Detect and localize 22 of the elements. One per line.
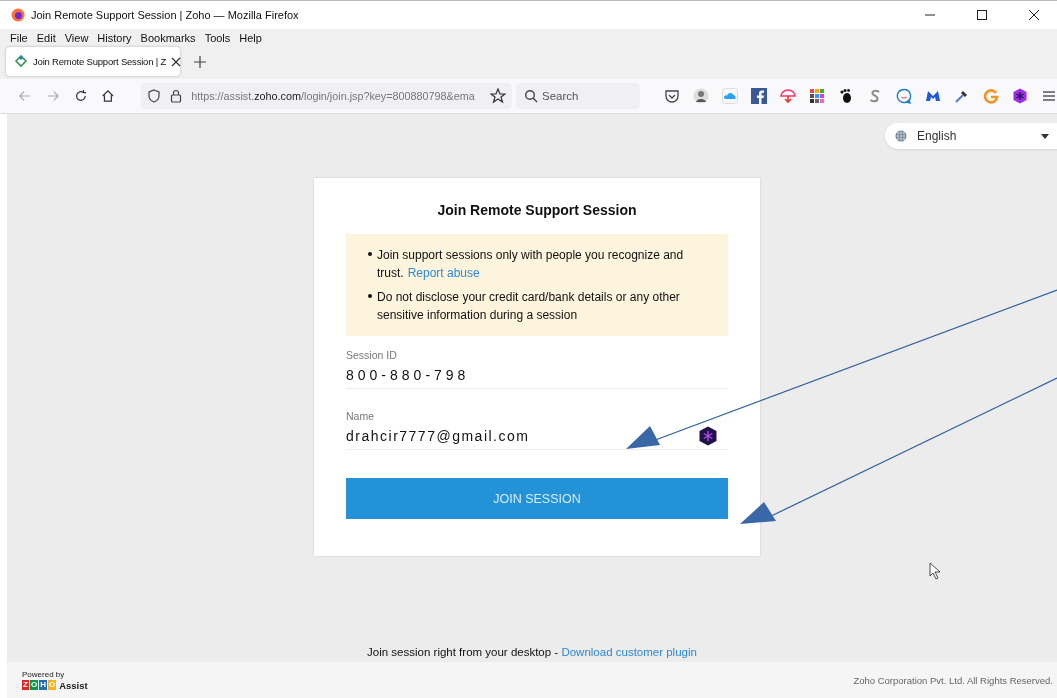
powered-by-text: Powered by [22, 669, 66, 679]
field-label: Session ID [346, 349, 398, 361]
menu-item[interactable]: Edit [36, 32, 56, 44]
search-field[interactable]: Search [516, 83, 640, 109]
language-dropdown[interactable]: English [885, 123, 1057, 149]
copyright-text: Zoho Corporation Pvt. Ltd. All Rights Reserved. [853, 674, 1053, 686]
address-bar[interactable]: https://assist.zoho.com/login/join.jsp?key=800880798&ema [141, 83, 512, 109]
menu-item[interactable]: History [97, 32, 132, 44]
notice-text: Join support sessions only with people you recognize and trust. Report abuse [377, 247, 685, 282]
menu-item[interactable]: File [10, 32, 28, 44]
menu-item[interactable]: Bookmarks [140, 32, 196, 44]
card-title: Join Remote Support Session [436, 202, 638, 218]
notice-text: Do not disclose your credit card/bank details or any other sensitive information during a session [377, 289, 681, 324]
text-field[interactable]: 800-880-798 [346, 361, 728, 389]
menu-item[interactable]: Help [239, 32, 262, 44]
browser-tab[interactable]: Join Remote Support Session | Z [6, 47, 180, 76]
menu-item[interactable]: Tools [204, 32, 231, 44]
menu-item[interactable]: View [64, 32, 89, 44]
field-label: Name [346, 410, 375, 422]
window-title: Join Remote Support Session | Zoho — Mozilla Firefox [31, 9, 299, 21]
footer-text: Join session right from your desktop - Download customer plugin [367, 646, 697, 658]
zoho-assist-logo: Z O H O Assist [22, 679, 88, 691]
